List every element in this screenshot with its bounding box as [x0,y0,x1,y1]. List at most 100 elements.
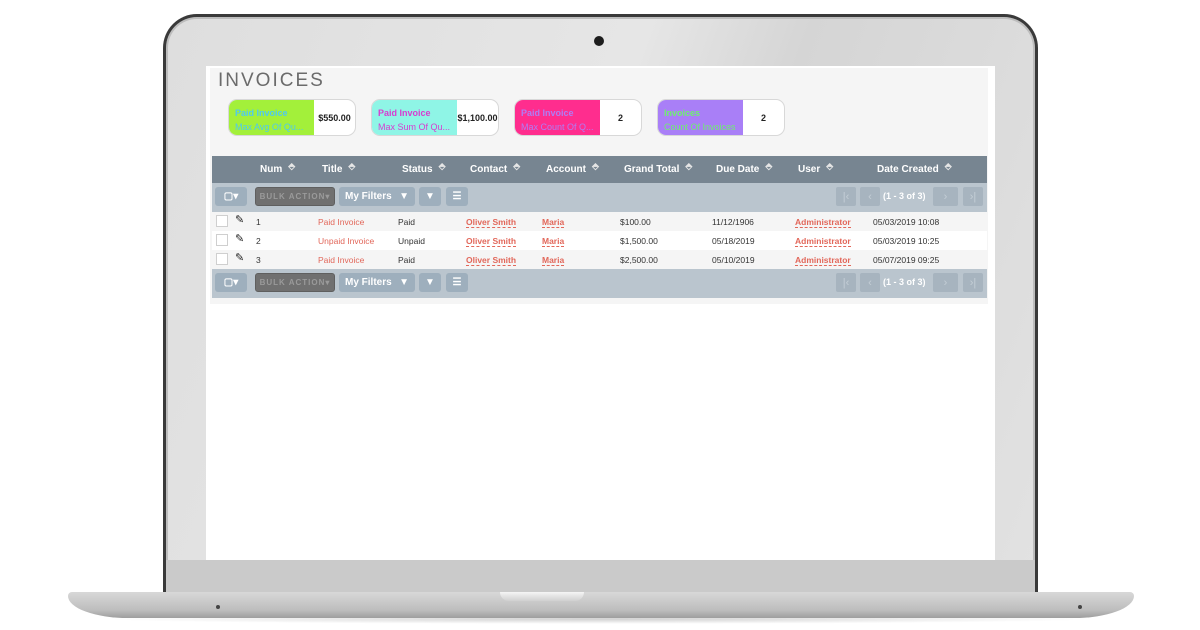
dashlet-invoices-count[interactable]: Invoices Count Of Invoices 2 [657,99,785,136]
column-chooser-button[interactable]: ☰ [446,273,468,292]
table-row: ✎ 1 Paid Invoice Paid Oliver Smith Maria… [212,212,987,231]
column-header-due-date[interactable]: Due Date ⬘ [716,161,772,175]
list-toolbar-top: ▢▾ BULK ACTION ▾ My Filters ▼ ▼ ☰ |‹ ‹ (1 … [212,183,987,212]
dashlet-line1: Invoices [664,108,701,118]
column-label: Title [322,164,343,175]
cell-status: Paid [398,255,416,265]
cell-account[interactable]: Maria [542,255,565,266]
cell-user[interactable]: Administrator [795,217,851,228]
cell-date-created: 05/03/2019 10:08 [873,217,940,227]
my-filters-label: My Filters [345,277,392,288]
column-header-account[interactable]: Account ⬘ [546,161,599,175]
laptop-mockup: INVOICES Paid Invoice Max Avg Of Qu... $… [0,0,1200,630]
sort-icon[interactable]: ⬘ [765,161,772,172]
caret-down-icon: ▼ [399,277,409,288]
laptop-dot [1078,605,1082,609]
bulk-action-button[interactable]: BULK ACTION ▾ [255,187,335,206]
cell-account[interactable]: Maria [542,217,565,228]
first-page-button[interactable]: |‹ [836,187,856,206]
prev-page-button[interactable]: ‹ [860,273,880,292]
column-header-date-created[interactable]: Date Created ⬘ [877,161,952,175]
dashlet-line1: Paid Invoice [378,108,431,118]
cell-num: 2 [256,236,261,246]
pagination-text: (1 - 3 of 3) [883,277,926,287]
cell-title[interactable]: Paid Invoice [318,217,364,227]
my-filters-dropdown[interactable]: My Filters ▼ [339,187,415,206]
column-header-user[interactable]: User ⬘ [798,161,833,175]
sort-icon[interactable]: ⬘ [945,161,952,172]
filter-button[interactable]: ▼ [419,187,441,206]
column-chooser-button[interactable]: ☰ [446,187,468,206]
edit-icon[interactable]: ✎ [235,232,244,245]
caret-down-icon: ▾ [325,278,331,287]
column-header-contact[interactable]: Contact ⬘ [470,161,520,175]
dashlet-value: $550.00 [318,112,351,123]
row-checkbox[interactable] [216,215,228,227]
filter-button[interactable]: ▼ [419,273,441,292]
invoices-app: INVOICES Paid Invoice Max Avg Of Qu... $… [210,68,988,304]
prev-page-button[interactable]: ‹ [860,187,880,206]
dashlet-paid-count[interactable]: Paid Invoice Max Count Of Q... 2 [514,99,642,136]
cell-contact[interactable]: Oliver Smith [466,236,517,247]
edit-icon[interactable]: ✎ [235,213,244,226]
cell-account[interactable]: Maria [542,236,565,247]
dashlet-line2: Max Avg Of Qu... [235,122,304,132]
page-title: INVOICES [218,70,325,91]
cell-contact[interactable]: Oliver Smith [466,217,517,228]
select-all-dropdown[interactable]: ▢▾ [215,187,247,206]
filter-icon: ▼ [425,191,435,202]
cell-due-date: 05/18/2019 [712,236,755,246]
column-header-title[interactable]: Title ⬘ [322,161,355,175]
laptop-notch [500,592,584,601]
next-page-button[interactable]: › [933,187,958,206]
dashlet-paid-avg[interactable]: Paid Invoice Max Avg Of Qu... $550.00 [228,99,356,136]
cell-contact[interactable]: Oliver Smith [466,255,517,266]
edit-icon[interactable]: ✎ [235,251,244,264]
column-label: Contact [470,164,508,175]
laptop-bezel-bottom [166,560,1035,594]
cell-user[interactable]: Administrator [795,236,851,247]
sort-icon[interactable]: ⬘ [439,161,446,172]
cell-user[interactable]: Administrator [795,255,851,266]
next-page-button[interactable]: › [933,273,958,292]
my-filters-label: My Filters [345,191,392,202]
column-label: Num [260,164,283,175]
cell-title[interactable]: Paid Invoice [318,255,364,265]
first-page-button[interactable]: |‹ [836,273,856,292]
last-page-button[interactable]: ›| [963,187,983,206]
dashlet-value: 2 [760,112,766,123]
my-filters-dropdown[interactable]: My Filters ▼ [339,273,415,292]
bulk-action-button[interactable]: BULK ACTION ▾ [255,273,335,292]
cell-status: Unpaid [398,236,425,246]
camera-icon [594,36,604,46]
laptop-base [68,592,1134,618]
sort-icon[interactable]: ⬘ [592,161,599,172]
row-checkbox[interactable] [216,253,228,265]
invoices-table: Num ⬘ Title ⬘ Status ⬘ Contact ⬘ Account ⬘ Gr… [212,156,987,298]
list-icon: ☰ [452,277,462,288]
sort-icon[interactable]: ⬘ [348,161,355,172]
list-toolbar-bottom: ▢▾ BULK ACTION ▾ My Filters ▼ ▼ ☰ |‹ ‹ (1 … [212,269,987,298]
checkbox-dropdown-icon: ▢▾ [223,277,239,288]
column-label: Date Created [877,164,939,175]
row-checkbox[interactable] [216,234,228,246]
cell-status: Paid [398,217,416,227]
last-page-button[interactable]: ›| [963,273,983,292]
sort-icon[interactable]: ⬘ [288,161,295,172]
caret-down-icon: ▾ [325,192,331,201]
dashlet-value: 2 [617,112,623,123]
laptop-dot [216,605,220,609]
dashlet-paid-sum[interactable]: Paid Invoice Max Sum Of Qu... $1,100.00 [371,99,499,136]
column-header-num[interactable]: Num ⬘ [260,161,295,175]
cell-title[interactable]: Unpaid Invoice [318,236,374,246]
select-all-dropdown[interactable]: ▢▾ [215,273,247,292]
sort-icon[interactable]: ⬘ [685,161,692,172]
column-label: User [798,164,821,175]
column-header-grand-total[interactable]: Grand Total ⬘ [624,161,692,175]
table-row: ✎ 3 Paid Invoice Paid Oliver Smith Maria… [212,250,987,269]
column-header-status[interactable]: Status ⬘ [402,161,446,175]
bulk-action-label: BULK ACTION [259,278,326,287]
sort-icon[interactable]: ⬘ [826,161,833,172]
sort-icon[interactable]: ⬘ [513,161,520,172]
checkbox-dropdown-icon: ▢▾ [223,191,239,202]
